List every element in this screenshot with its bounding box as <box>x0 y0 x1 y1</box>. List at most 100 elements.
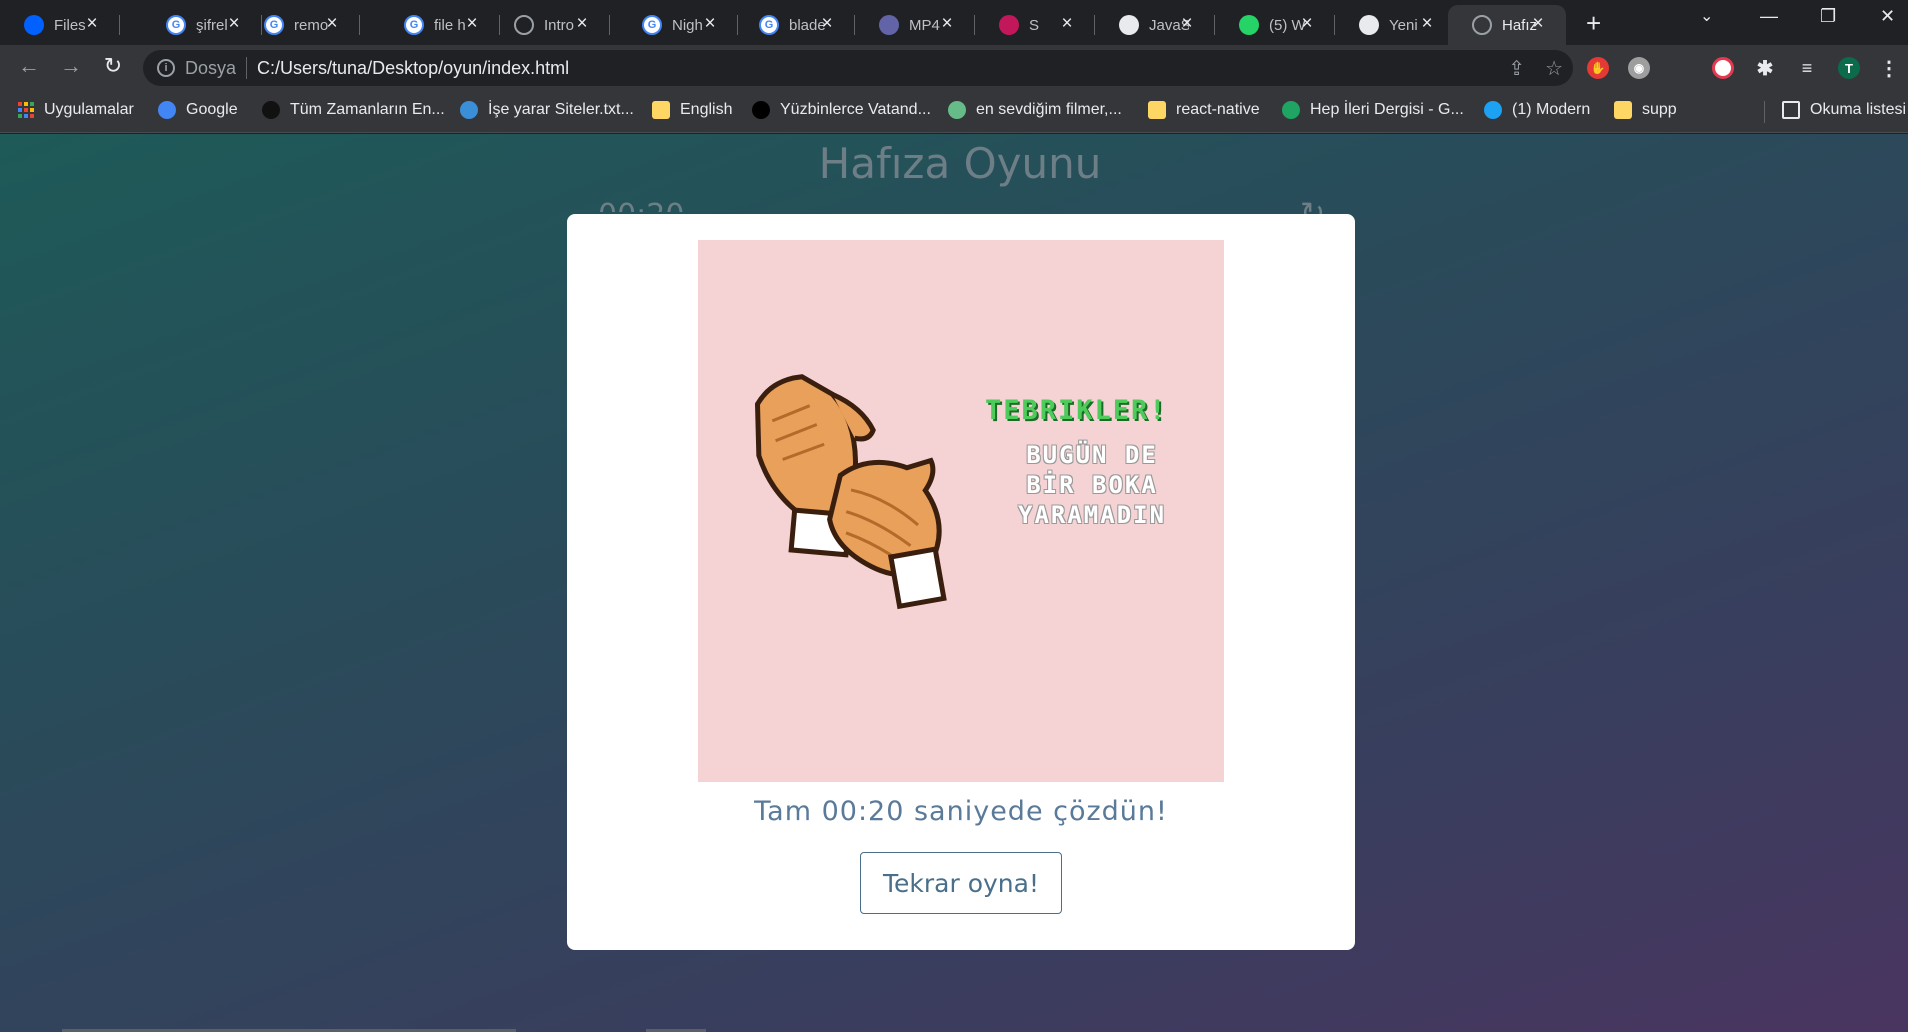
bookmark-item[interactable]: İşe yarar Siteler.txt... <box>460 101 634 119</box>
congrats-gif: TEBRIKLER! BUGÜN DE BİR BOKA YARAMADIN <box>698 240 1224 782</box>
google-drive-icon <box>1282 101 1300 119</box>
google-icon: G <box>166 15 186 35</box>
bookmark-item[interactable]: English <box>652 101 732 119</box>
tab-close-icon[interactable]: × <box>817 13 837 35</box>
bookmark-item[interactable]: en sevdiğim filmer,... <box>948 101 1122 119</box>
tab-close-icon[interactable]: × <box>1057 13 1077 35</box>
bookmark-item[interactable]: react-native <box>1148 101 1260 119</box>
tab-close-icon[interactable]: × <box>1417 13 1437 35</box>
gif-subtitle-text: BUGÜN DE BİR BOKA YARAMADIN <box>1018 441 1167 529</box>
tab-close-icon[interactable]: × <box>937 13 957 35</box>
tab-separator <box>609 15 610 35</box>
browser-tab[interactable]: JavaS × <box>1095 5 1215 45</box>
wave-icon <box>460 101 478 119</box>
globe-icon <box>1472 15 1492 35</box>
bookmarks-bar: Uygulamalar Google Tüm Zamanların En... İşe… <box>0 91 1908 133</box>
browser-tab[interactable]: Files × <box>0 5 120 45</box>
folder-icon <box>1148 101 1166 119</box>
google-icon <box>158 101 176 119</box>
bookmark-item[interactable]: Tüm Zamanların En... <box>262 101 445 119</box>
minimize-button[interactable]: — <box>1760 6 1778 27</box>
teams-icon <box>879 15 899 35</box>
game-page: Hafıza Oyunu 00:20 ↻ TEBRIKLER! <box>0 134 1908 1032</box>
kebab-menu-icon[interactable]: ⋮ <box>1878 57 1900 80</box>
restore-button[interactable]: ❐ <box>1820 6 1836 27</box>
browser-tab[interactable]: MP4 × <box>855 5 975 45</box>
share-icon[interactable]: ⇪ <box>1508 56 1525 81</box>
browser-tab[interactable]: Intro × <box>490 5 610 45</box>
profile-avatar[interactable]: T <box>1838 57 1860 79</box>
browser-tab[interactable]: G Nigh × <box>618 5 738 45</box>
tab-search-icon[interactable]: ⌄ <box>1700 6 1713 26</box>
new-tab-button[interactable]: + <box>1586 8 1601 39</box>
dots-icon <box>948 101 966 119</box>
reload-icon[interactable]: ↻ <box>98 53 128 79</box>
site-info-icon[interactable]: i <box>157 59 175 77</box>
reading-list-button[interactable]: Okuma listesi <box>1782 101 1906 119</box>
bookmark-item[interactable]: (1) Modern <box>1484 101 1590 119</box>
recorder-extension-icon[interactable] <box>1712 57 1734 79</box>
url-text[interactable]: C:/Users/tuna/Desktop/oyun/index.html <box>257 58 569 79</box>
tab-close-icon[interactable]: × <box>1528 13 1548 35</box>
bookmark-item[interactable]: Yüzbinlerce Vatand... <box>752 101 931 119</box>
google-icon: G <box>404 15 424 35</box>
browser-tab[interactable]: Gblade × <box>735 5 855 45</box>
adblock-extension-icon[interactable]: ✋ <box>1587 57 1609 79</box>
dropbox-icon <box>24 15 44 35</box>
bookmark-label: Yüzbinlerce Vatand... <box>780 101 931 118</box>
tab-close-icon[interactable]: × <box>700 13 720 35</box>
bookmark-label: supp <box>1642 101 1677 118</box>
tab-close-icon[interactable]: × <box>82 13 102 35</box>
bookmark-label: İşe yarar Siteler.txt... <box>488 101 634 118</box>
back-icon[interactable]: ← <box>14 53 44 79</box>
bookmark-item[interactable]: Uygulamalar <box>18 101 134 119</box>
browser-tab[interactable]: Gremo × <box>240 5 360 45</box>
page-title: Hafıza Oyunu <box>818 139 1102 188</box>
browser-tab[interactable]: Gfile h × <box>380 5 500 45</box>
google-icon: G <box>264 15 284 35</box>
bookmark-label: Hep İleri Dergisi - G... <box>1310 101 1464 118</box>
globe-icon <box>514 15 534 35</box>
audio-tab-icon <box>999 15 1019 35</box>
browser-tab[interactable]: Hafız × <box>1448 5 1566 45</box>
bookmark-label: Uygulamalar <box>44 101 134 118</box>
protocol-label: Dosya <box>185 57 237 78</box>
bookmark-label: en sevdiğim filmer,... <box>976 101 1122 118</box>
result-message: Tam 00:20 saniyede çözdün! <box>754 796 1168 827</box>
extensions-puzzle-icon[interactable]: ✱ <box>1754 57 1776 80</box>
browser-tab[interactable]: Yeni × <box>1335 5 1455 45</box>
twitter-icon <box>1484 101 1502 119</box>
bookmark-item[interactable]: Google <box>158 101 238 119</box>
film-reel-icon <box>262 101 280 119</box>
medium-icon <box>752 101 770 119</box>
browser-toolbar: ← → ↻ i Dosya C:/Users/tuna/Desktop/oyun… <box>0 45 1908 91</box>
owl-extension-icon[interactable]: ◉ <box>1628 57 1650 79</box>
bookmark-label: (1) Modern <box>1512 101 1591 118</box>
tab-close-icon[interactable]: × <box>1177 13 1197 35</box>
google-icon: G <box>759 15 779 35</box>
tab-close-icon[interactable]: × <box>1297 13 1317 35</box>
tab-separator <box>359 15 360 35</box>
bookmark-label: react-native <box>1176 101 1260 118</box>
browser-tab[interactable]: S × <box>975 5 1095 45</box>
tab-close-icon[interactable]: × <box>462 13 482 35</box>
whatsapp-icon <box>1239 15 1259 35</box>
restart-icon[interactable]: ↻ <box>1300 196 1325 214</box>
media-queue-icon[interactable]: ≡ <box>1796 57 1818 79</box>
address-bar[interactable]: i Dosya C:/Users/tuna/Desktop/oyun/index… <box>143 50 1573 86</box>
browser-tab[interactable]: (5) W × <box>1215 5 1335 45</box>
play-again-button[interactable]: Tekrar oyna! <box>860 852 1062 914</box>
tab-close-icon[interactable]: × <box>572 13 592 35</box>
tab-close-icon[interactable]: × <box>322 13 342 35</box>
github-icon <box>1119 15 1139 35</box>
tab-strip: Files × Gşifrel × Gremo × Gfile h × Intro × G Nigh ×… <box>0 0 1908 45</box>
reading-list-label: Okuma listesi <box>1810 101 1907 118</box>
bookmark-item[interactable]: supp <box>1614 101 1677 119</box>
timer-display: 00:20 <box>598 198 684 212</box>
forward-icon[interactable]: → <box>56 53 86 79</box>
gif-title-text: TEBRIKLER! <box>985 395 1168 426</box>
tab-separator <box>119 15 120 35</box>
bookmark-item[interactable]: Hep İleri Dergisi - G... <box>1282 101 1464 119</box>
close-window-button[interactable]: ✕ <box>1880 6 1895 27</box>
bookmark-star-icon[interactable]: ☆ <box>1545 56 1563 81</box>
